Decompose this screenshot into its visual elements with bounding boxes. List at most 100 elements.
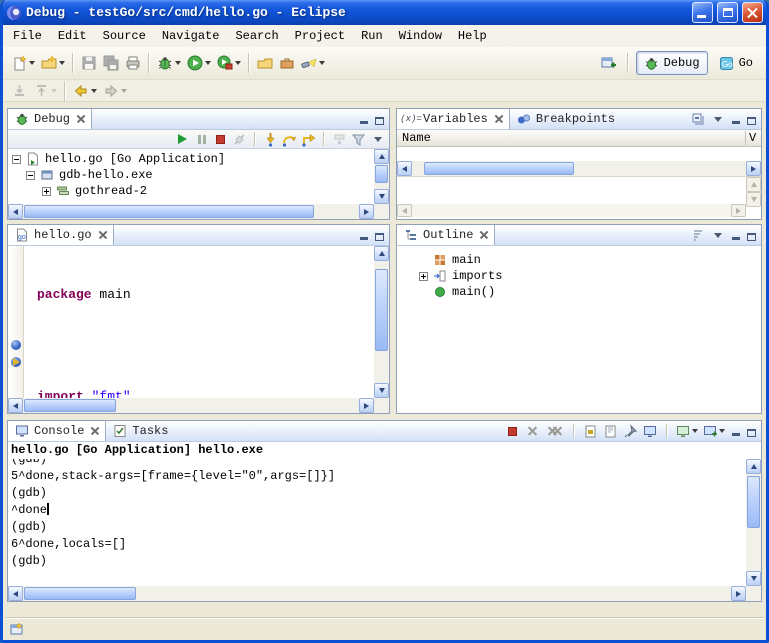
- save-button[interactable]: [78, 51, 100, 75]
- console-horizontal-scrollbar[interactable]: [8, 586, 746, 601]
- back-button[interactable]: [70, 82, 100, 100]
- scroll-right-button[interactable]: [731, 586, 746, 601]
- toolbox-button[interactable]: [276, 51, 298, 75]
- terminate-console-button[interactable]: [504, 423, 521, 439]
- code-line[interactable]: [37, 337, 374, 354]
- debug-tree-row[interactable]: gdb-hello.exe: [8, 167, 374, 183]
- save-all-button[interactable]: [100, 51, 122, 75]
- close-icon[interactable]: [99, 231, 107, 239]
- menu-window[interactable]: Window: [391, 27, 450, 45]
- scroll-left-button[interactable]: [8, 586, 23, 601]
- collapse-expander-icon[interactable]: [26, 171, 35, 180]
- menu-search[interactable]: Search: [227, 27, 286, 45]
- print-button[interactable]: [122, 51, 144, 75]
- clear-console-button[interactable]: [602, 423, 619, 439]
- variables-horizontal-scrollbar[interactable]: [397, 161, 761, 176]
- external-tools-button[interactable]: [214, 51, 244, 75]
- scroll-down-button[interactable]: [746, 571, 761, 586]
- close-icon[interactable]: [480, 231, 488, 239]
- outline-row[interactable]: main(): [419, 284, 761, 300]
- outline-row[interactable]: imports: [419, 268, 761, 284]
- perspective-debug-button[interactable]: Debug: [636, 51, 708, 75]
- menu-project[interactable]: Project: [287, 27, 353, 45]
- expand-expander-icon[interactable]: [419, 272, 428, 281]
- run-toolbar-button[interactable]: [184, 51, 214, 75]
- step-filters-button[interactable]: [350, 131, 367, 147]
- menu-edit[interactable]: Edit: [50, 27, 95, 45]
- scrollbar-thumb[interactable]: [747, 476, 760, 528]
- disconnect-button[interactable]: [231, 131, 248, 147]
- tab-console[interactable]: Console: [8, 421, 106, 441]
- close-button[interactable]: [742, 2, 763, 23]
- minimize-button[interactable]: [692, 2, 713, 23]
- terminate-button[interactable]: [212, 131, 229, 147]
- detail-horizontal-scrollbar[interactable]: [397, 204, 746, 217]
- menu-help[interactable]: Help: [450, 27, 495, 45]
- step-return-button[interactable]: [300, 131, 317, 147]
- tab-variables[interactable]: (x)= Variables: [397, 109, 510, 129]
- show-console-on-output-button[interactable]: [642, 423, 659, 439]
- code-area[interactable]: package main import "fmt" func main() { …: [25, 246, 374, 398]
- tab-outline[interactable]: Outline: [397, 225, 495, 245]
- minimize-view-icon[interactable]: [729, 425, 742, 438]
- scroll-right-button[interactable]: [359, 204, 374, 219]
- maximize-button[interactable]: [717, 2, 738, 23]
- tab-tasks[interactable]: Tasks: [106, 421, 174, 441]
- debug-tree[interactable]: hello.go [Go Application] gdb-hello.exe …: [8, 149, 374, 204]
- new-project-button[interactable]: [38, 51, 68, 75]
- scrollbar-thumb[interactable]: [424, 162, 574, 175]
- scroll-down-button[interactable]: [374, 189, 389, 204]
- scroll-up-button[interactable]: [746, 459, 761, 474]
- debug-tree-area[interactable]: hello.go [Go Application] gdb-hello.exe …: [8, 149, 389, 219]
- maximize-view-icon[interactable]: [373, 229, 386, 242]
- sort-icon[interactable]: [689, 227, 706, 243]
- fast-view-icon[interactable]: [9, 621, 25, 637]
- close-icon[interactable]: [77, 115, 85, 123]
- menu-run[interactable]: Run: [353, 27, 391, 45]
- outline-view-menu[interactable]: [709, 227, 726, 243]
- column-value[interactable]: V: [745, 131, 761, 145]
- next-annotation-button[interactable]: [30, 82, 60, 100]
- collapse-expander-icon[interactable]: [12, 155, 21, 164]
- menu-source[interactable]: Source: [95, 27, 154, 45]
- scroll-lock-icon[interactable]: [582, 423, 599, 439]
- debug-tree-row[interactable]: gothread-2: [8, 183, 374, 199]
- editor-horizontal-scrollbar[interactable]: [8, 398, 374, 413]
- debug-vertical-scrollbar[interactable]: [374, 149, 389, 204]
- breakpoint-icon[interactable]: [11, 340, 21, 350]
- menu-file[interactable]: File: [5, 27, 50, 45]
- tab-breakpoints[interactable]: Breakpoints: [510, 109, 621, 129]
- console-output[interactable]: (gdb) 5^done,stack-args=[frame={level="0…: [8, 459, 746, 586]
- drop-to-frame-button[interactable]: [331, 131, 348, 147]
- code-line[interactable]: package main: [37, 286, 374, 303]
- title-bar[interactable]: Debug - testGo/src/cmd/hello.go - Eclips…: [3, 0, 766, 25]
- open-console-button[interactable]: [702, 423, 726, 439]
- remove-launch-button[interactable]: [524, 423, 541, 439]
- scroll-up-button[interactable]: [374, 149, 389, 164]
- maximize-view-icon[interactable]: [373, 113, 386, 126]
- minimize-view-icon[interactable]: [729, 113, 742, 126]
- last-edit-location-button[interactable]: [8, 82, 30, 100]
- close-icon[interactable]: [91, 427, 99, 435]
- scrollbar-thumb[interactable]: [24, 399, 116, 412]
- debug-toolbar-button[interactable]: [154, 51, 184, 75]
- resume-button[interactable]: [174, 131, 191, 147]
- console-vertical-scrollbar[interactable]: [746, 459, 761, 586]
- variables-detail-pane[interactable]: [397, 176, 761, 217]
- debug-horizontal-scrollbar[interactable]: [8, 204, 374, 219]
- scrollbar-thumb[interactable]: [375, 269, 388, 351]
- variables-empty-area[interactable]: [397, 147, 761, 161]
- scrollbar-thumb[interactable]: [24, 587, 136, 600]
- tab-hello-go[interactable]: go hello.go: [8, 225, 114, 245]
- scroll-left-button[interactable]: [8, 398, 23, 413]
- scroll-down-button[interactable]: [374, 383, 389, 398]
- suspend-button[interactable]: [193, 131, 210, 147]
- minimize-view-icon[interactable]: [357, 229, 370, 242]
- pin-console-button[interactable]: [622, 423, 639, 439]
- debug-tree-row[interactable]: hello.go [Go Application]: [8, 151, 374, 167]
- scroll-left-button[interactable]: [8, 204, 23, 219]
- minimize-view-icon[interactable]: [729, 229, 742, 242]
- detail-vertical-scrollbar[interactable]: [746, 177, 761, 204]
- editor-vertical-scrollbar[interactable]: [374, 246, 389, 398]
- menu-navigate[interactable]: Navigate: [154, 27, 228, 45]
